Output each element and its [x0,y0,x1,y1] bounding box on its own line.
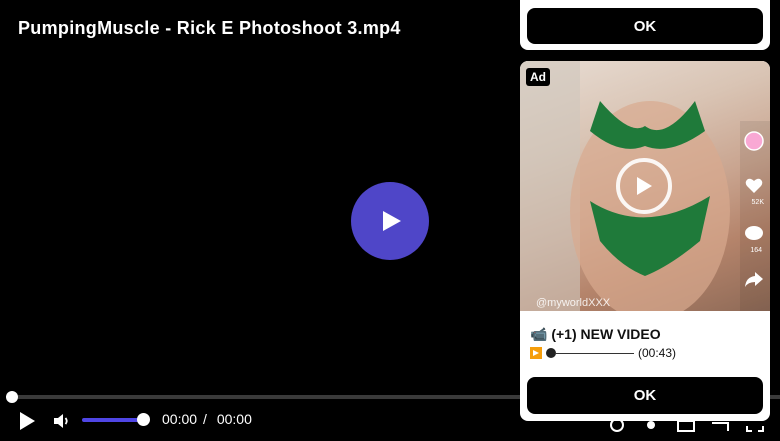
video-title: PumpingMuscle - Rick E Photoshoot 3.mp4 [18,18,401,38]
avatar [744,131,764,151]
share-icon [744,269,764,289]
volume-button[interactable] [52,411,72,431]
play-icon [383,211,401,231]
heart-icon [744,176,764,196]
ad-card[interactable]: Ad 52K 164 @myworldXXX 📹 (+1) NEW VIDEO … [520,61,770,421]
comment-icon [744,224,764,244]
like-count: 52K [751,199,764,206]
current-time: 00:00 [162,411,198,427]
ad-duration-row: (00:43) [530,346,676,360]
ad-duration: (00:43) [638,346,677,360]
scrubber-dot-icon [546,348,556,358]
play-icon [20,412,35,430]
ad-thumbnail[interactable]: Ad 52K 164 @myworldXXX [520,61,770,311]
big-play-button[interactable] [351,182,429,260]
ad-watermark: @myworldXXX [536,297,611,309]
time-display: 00:00 / 00:00 [162,411,258,427]
top-ad-card: OK [520,0,770,50]
ad-ok-button[interactable]: OK [527,377,763,414]
progress-thumb[interactable] [6,391,18,403]
ad-heading: 📹 (+1) NEW VIDEO [530,326,661,342]
volume-icon [54,414,68,428]
ad-play-button[interactable] [616,158,672,214]
volume-slider-thumb[interactable] [137,413,150,426]
play-button[interactable] [16,410,38,432]
time-separator: / [203,411,207,427]
play-icon [637,177,652,195]
play-square-icon [530,347,542,359]
ad-badge: Ad [526,68,550,86]
top-ok-button[interactable]: OK [527,8,763,44]
comment-count: 164 [750,247,762,254]
duration: 00:00 [216,411,252,427]
mini-progress-bar [556,352,634,354]
